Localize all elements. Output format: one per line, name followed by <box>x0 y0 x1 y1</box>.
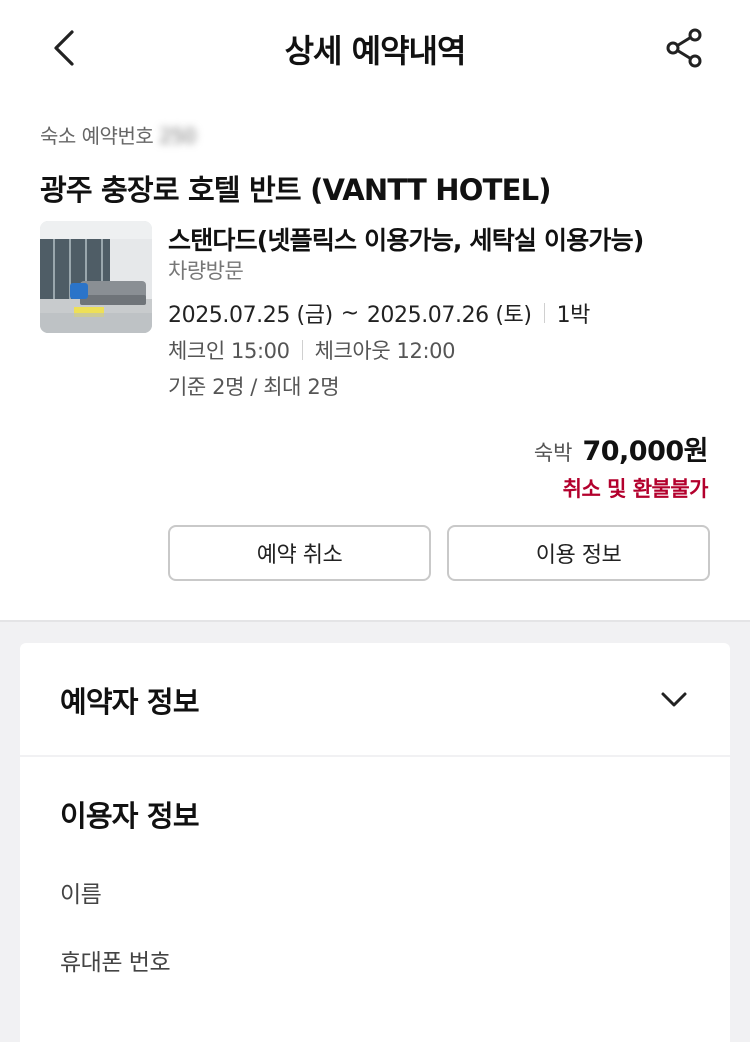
checkout-date: 2025.07.26 (토) <box>366 303 532 328</box>
refund-policy: 취소 및 환불불가 <box>562 477 709 501</box>
booker-info-accordion[interactable]: 예약자 정보 <box>20 643 730 755</box>
booker-info-title: 예약자 정보 <box>60 685 200 719</box>
date-separator: ~ <box>340 300 359 326</box>
phone-label: 휴대폰 번호 <box>60 950 171 976</box>
room-capacity: 기준 2명 / 최대 2명 <box>168 375 340 399</box>
chevron-down-icon[interactable] <box>656 681 692 717</box>
cancel-reservation-button[interactable]: 예약 취소 <box>168 525 431 581</box>
app-header: 상세 예약내역 <box>0 0 750 95</box>
room-thumbnail <box>40 221 152 333</box>
room-name: 스탠다드(넷플릭스 이용가능, 세탁실 이용가능) <box>168 226 644 255</box>
divider <box>543 303 545 323</box>
checkout-time: 체크아웃 12:00 <box>314 339 456 363</box>
reservation-number: 숙소 예약번호 250 <box>40 120 196 149</box>
hotel-name: 광주 충장로 호텔 반트 (VANTT HOTEL) <box>40 173 552 207</box>
share-icon <box>664 26 704 74</box>
divider <box>301 340 303 360</box>
checkin-date: 2025.07.25 (금) <box>168 303 333 328</box>
user-info-title: 이용자 정보 <box>60 799 200 833</box>
price-value: 70,000원 <box>582 436 708 467</box>
price-label: 숙박 <box>533 441 573 465</box>
usage-info-button[interactable]: 이용 정보 <box>447 525 710 581</box>
reservation-number-value: 250 <box>159 124 196 148</box>
page-title: 상세 예약내역 <box>284 32 467 70</box>
stay-dates: 2025.07.25 (금) ~ 2025.07.26 (토) 1박 <box>168 297 590 329</box>
share-button[interactable] <box>660 26 708 74</box>
name-label: 이름 <box>60 882 102 908</box>
checkin-checkout-times: 체크인 15:00 체크아웃 12:00 <box>168 335 455 365</box>
visit-type: 차량방문 <box>168 259 244 283</box>
price-row: 숙박 70,000원 <box>533 429 709 468</box>
checkin-time: 체크인 15:00 <box>168 339 290 363</box>
nights-count: 1박 <box>556 303 591 328</box>
user-info-section: 이용자 정보 이름 휴대폰 번호 <box>20 757 730 1042</box>
reservation-number-label: 숙소 예약번호 <box>40 124 154 148</box>
reservation-summary: 숙소 예약번호 250 광주 충장로 호텔 반트 (VANTT HOTEL) 스… <box>0 95 750 620</box>
